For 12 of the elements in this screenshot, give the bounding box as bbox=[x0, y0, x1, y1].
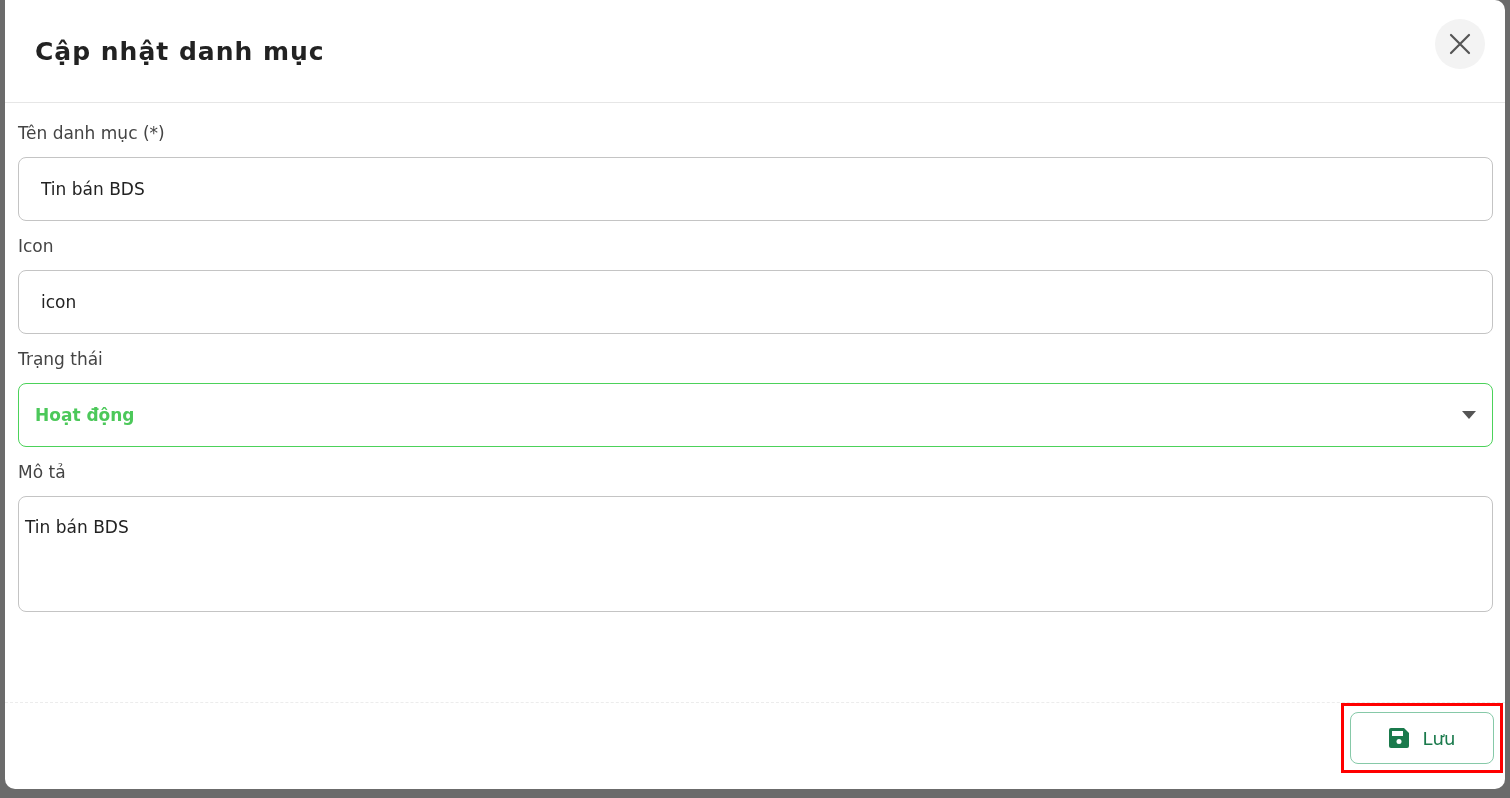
field-label: Icon bbox=[18, 235, 55, 258]
input-field[interactable]: icon bbox=[18, 270, 1493, 334]
field-label: Tên danh mục (*) bbox=[18, 122, 166, 145]
description-field[interactable]: Tin bán BDS bbox=[18, 496, 1493, 612]
input-field[interactable]: Tin bán BDS bbox=[18, 157, 1493, 221]
close-icon bbox=[1449, 32, 1471, 55]
field-label: Mô tả bbox=[18, 461, 67, 484]
field-label: Trạng thái bbox=[18, 348, 104, 371]
caret-icon bbox=[1462, 411, 1476, 419]
save-button[interactable]: Lưu bbox=[1350, 712, 1494, 764]
dialog-title: Cập nhật danh mục bbox=[35, 36, 325, 66]
close-button[interactable] bbox=[1435, 18, 1485, 69]
